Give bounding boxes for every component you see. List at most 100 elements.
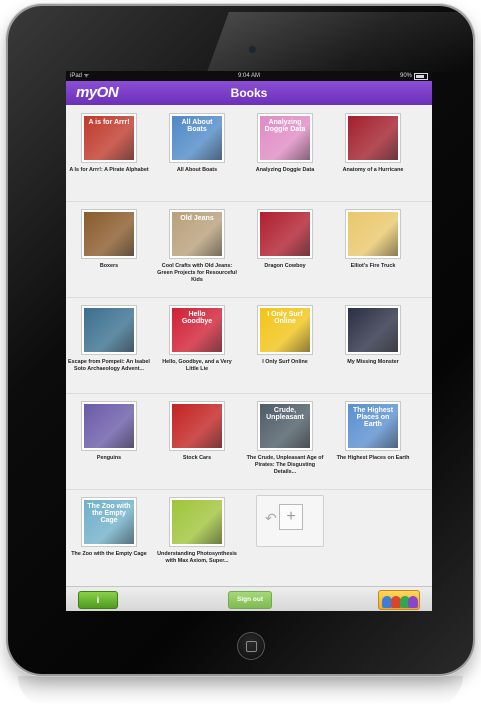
book-cover[interactable] bbox=[257, 209, 313, 259]
book-tile[interactable]: Old Jeans Cool Crafts with Old Jeans: Gre… bbox=[154, 201, 240, 297]
book-tile[interactable]: A is for Arrr! A Is for Arrr!: A Pirate A… bbox=[66, 105, 152, 201]
book-tile[interactable]: Dragon Cowboy bbox=[242, 201, 328, 297]
book-title: Escape from Pompeii: An Isabel Soto Arch… bbox=[68, 359, 150, 372]
book-tile[interactable]: Stock Cars bbox=[154, 393, 240, 489]
book-title: I Only Surf Online bbox=[262, 359, 308, 365]
book-cover-art: The Zoo with the Empty Cage bbox=[84, 500, 134, 544]
book-cover-art: The Highest Places on Earth bbox=[348, 404, 398, 448]
avatars-icon[interactable] bbox=[378, 590, 420, 610]
book-cover[interactable]: Hello Goodbye bbox=[169, 305, 225, 355]
book-cover-text: Analyzing Doggie Data bbox=[264, 119, 306, 133]
book-title: The Highest Places on Earth bbox=[336, 455, 410, 461]
book-cover-art bbox=[84, 404, 134, 448]
sign-out-button[interactable]: Sign out bbox=[228, 591, 272, 609]
book-title: The Zoo with the Empty Cage bbox=[71, 551, 147, 557]
book-cover[interactable]: I Only Surf Online bbox=[257, 305, 313, 355]
book-cover[interactable] bbox=[345, 113, 401, 163]
book-cover-art: Crude, Unpleasant bbox=[260, 404, 310, 448]
reflection bbox=[18, 676, 463, 706]
book-cover[interactable] bbox=[81, 401, 137, 451]
book-title: All About Boats bbox=[176, 167, 218, 173]
book-tile[interactable]: Hello Goodbye Hello, Goodbye, and a Very … bbox=[154, 297, 240, 393]
book-cover-text: Old Jeans bbox=[180, 215, 214, 222]
book-cover-art bbox=[172, 500, 222, 544]
book-cover[interactable]: The Zoo with the Empty Cage bbox=[81, 497, 137, 547]
book-cover-text: A is for Arrr! bbox=[88, 119, 130, 126]
book-cover[interactable]: Crude, Unpleasant bbox=[257, 401, 313, 451]
book-tile[interactable]: The Highest Places on Earth The Highest P… bbox=[330, 393, 416, 489]
arrow-icon: ↶ bbox=[265, 510, 277, 526]
battery-percent: 90% bbox=[399, 73, 412, 79]
book-cover[interactable] bbox=[169, 497, 225, 547]
book-cover-art: A is for Arrr! bbox=[84, 116, 134, 160]
book-tile[interactable]: Penguins bbox=[66, 393, 152, 489]
nav-bar: myON Books bbox=[66, 81, 432, 105]
book-cover[interactable] bbox=[81, 209, 137, 259]
book-cover[interactable] bbox=[345, 305, 401, 355]
book-title: The Crude, Unpleasant Age of Pirates: Th… bbox=[246, 455, 324, 475]
book-cover-text: All About Boats bbox=[181, 119, 213, 133]
book-tile[interactable]: All About Boats All About Boats bbox=[154, 105, 240, 201]
book-tile[interactable]: Escape from Pompeii: An Isabel Soto Arch… bbox=[66, 297, 152, 393]
book-cover-art bbox=[348, 308, 398, 352]
book-cover-art bbox=[348, 212, 398, 256]
book-tile[interactable]: The Zoo with the Empty Cage The Zoo with … bbox=[66, 489, 152, 585]
book-cover[interactable] bbox=[81, 305, 137, 355]
add-book-button[interactable]: ↶ + bbox=[256, 495, 324, 547]
camera-icon bbox=[249, 46, 256, 53]
book-title: Penguins bbox=[96, 455, 122, 461]
book-cover-art: All About Boats bbox=[172, 116, 222, 160]
book-cover[interactable]: Analyzing Doggie Data bbox=[257, 113, 313, 163]
book-grid: A is for Arrr! A Is for Arrr!: A Pirate A… bbox=[66, 105, 432, 586]
book-cover-art bbox=[172, 404, 222, 448]
book-cover-art: Hello Goodbye bbox=[172, 308, 222, 352]
app-screen: iPad ᯤ 9:04 AM 90% myON Books A is for A… bbox=[66, 71, 432, 611]
book-title: Stock Cars bbox=[182, 455, 212, 461]
book-title: Understanding Photosynthesis with Max Ax… bbox=[157, 551, 237, 564]
book-title: Anatomy of a Hurricane bbox=[342, 167, 404, 173]
book-cover-art bbox=[84, 212, 134, 256]
book-cover-art: Old Jeans bbox=[172, 212, 222, 256]
battery-indicator: 90% bbox=[400, 71, 428, 81]
status-bar: iPad ᯤ 9:04 AM 90% bbox=[66, 71, 432, 81]
book-tile[interactable]: Understanding Photosynthesis with Max Ax… bbox=[154, 489, 240, 585]
book-tile[interactable]: Anatomy of a Hurricane bbox=[330, 105, 416, 201]
book-cover[interactable]: All About Boats bbox=[169, 113, 225, 163]
bottom-toolbar: i Sign out bbox=[66, 586, 432, 611]
book-cover[interactable] bbox=[345, 209, 401, 259]
add-book-slot[interactable]: ↶ + bbox=[242, 489, 328, 585]
book-cover-art: I Only Surf Online bbox=[260, 308, 310, 352]
book-tile[interactable]: My Missing Monster bbox=[330, 297, 416, 393]
battery-icon bbox=[414, 72, 428, 80]
book-title: Boxers bbox=[99, 263, 119, 269]
book-title: Dragon Cowboy bbox=[264, 263, 306, 269]
book-title: Hello, Goodbye, and a Very Little Lie bbox=[162, 359, 232, 372]
book-cover[interactable]: Old Jeans bbox=[169, 209, 225, 259]
book-tile[interactable]: Boxers bbox=[66, 201, 152, 297]
book-cover-text: Hello Goodbye bbox=[181, 311, 213, 325]
book-cover[interactable]: The Highest Places on Earth bbox=[345, 401, 401, 451]
book-cover-text: The Zoo with the Empty Cage bbox=[87, 503, 131, 524]
book-tile[interactable]: Analyzing Doggie Data Analyzing Doggie Da… bbox=[242, 105, 328, 201]
page-title: Books bbox=[230, 86, 268, 100]
book-tile[interactable]: I Only Surf Online I Only Surf Online bbox=[242, 297, 328, 393]
book-cover-art bbox=[348, 116, 398, 160]
book-cover-text: Crude, Unpleasant bbox=[266, 407, 304, 421]
book-tile[interactable]: Elliot's Fire Truck bbox=[330, 201, 416, 297]
book-cover-text: I Only Surf Online bbox=[267, 311, 303, 325]
book-cover[interactable]: A is for Arrr! bbox=[81, 113, 137, 163]
book-tile[interactable]: Crude, Unpleasant The Crude, Unpleasant A… bbox=[242, 393, 328, 489]
book-title: Cool Crafts with Old Jeans: Green Projec… bbox=[157, 263, 237, 283]
book-title: Analyzing Doggie Data bbox=[255, 167, 315, 173]
clock: 9:04 AM bbox=[237, 73, 260, 79]
add-book-icon: + bbox=[279, 504, 303, 530]
home-button[interactable] bbox=[237, 632, 265, 660]
info-button[interactable]: i bbox=[78, 591, 118, 609]
book-cover-art bbox=[260, 212, 310, 256]
book-cover-art: Analyzing Doggie Data bbox=[260, 116, 310, 160]
book-title: Elliot's Fire Truck bbox=[350, 263, 396, 269]
glare bbox=[207, 12, 481, 72]
book-title: My Missing Monster bbox=[347, 359, 399, 365]
book-cover[interactable] bbox=[169, 401, 225, 451]
book-cover-text: The Highest Places on Earth bbox=[352, 407, 394, 428]
